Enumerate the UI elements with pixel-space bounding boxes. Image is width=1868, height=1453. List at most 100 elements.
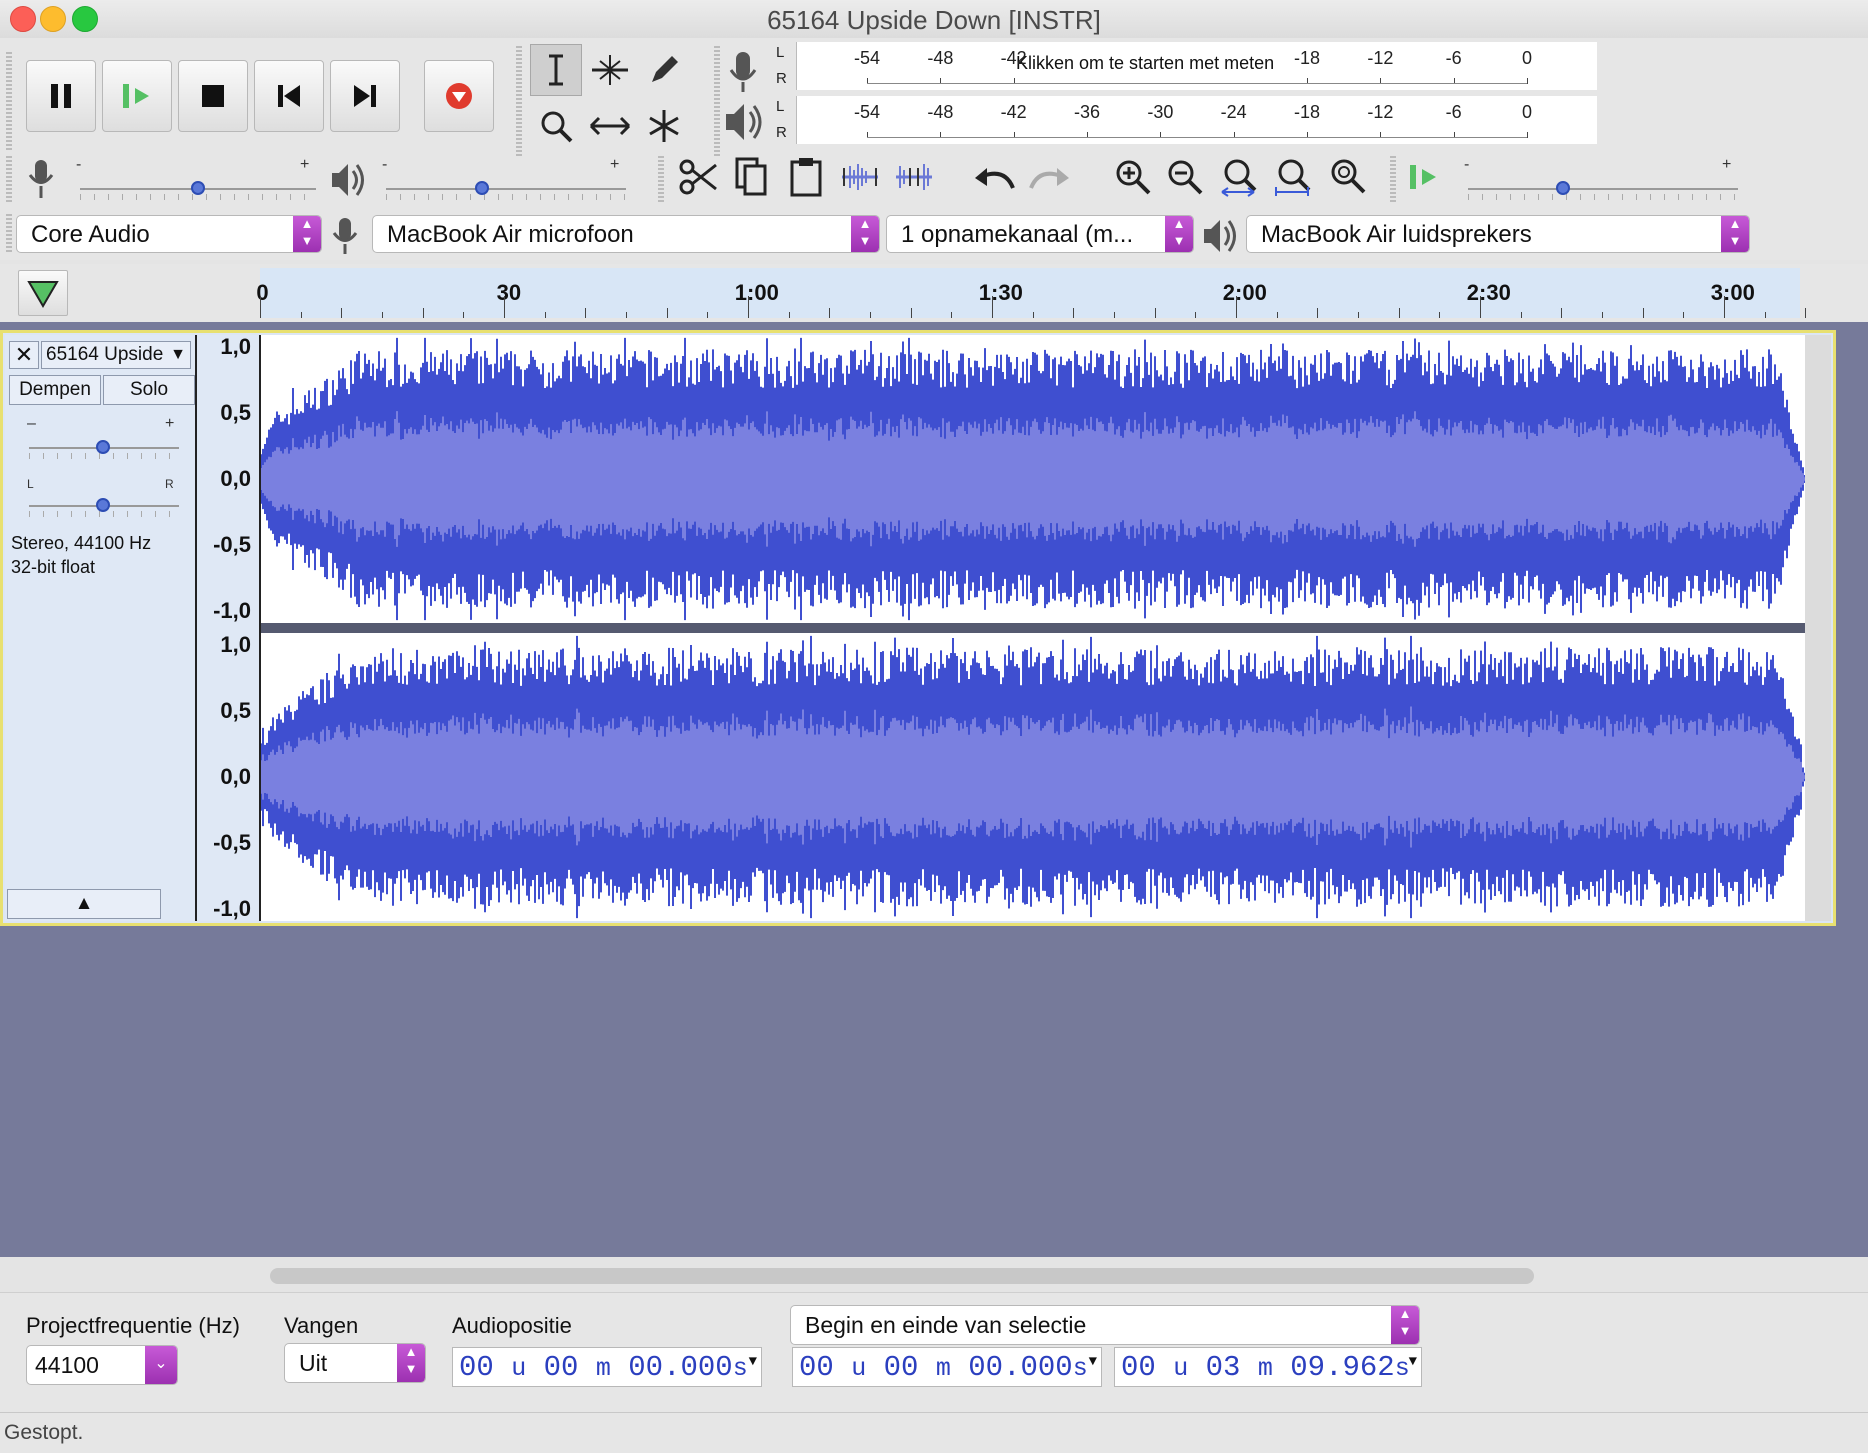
timeline[interactable]: 0 30 1:00 1:30 2:00 2:30 3:00 [256,268,1807,318]
horizontal-scrollbar[interactable] [270,1268,1534,1284]
play-button[interactable] [102,60,172,132]
ruler-tick [300,312,302,318]
recording-channels-select[interactable]: 1 opnamekanaal (m... ▲ ▼ [886,215,1194,253]
window-title: 65164 Upside Down [INSTR] [767,5,1101,35]
multi-tool-button[interactable] [638,100,690,152]
selection-start-time[interactable]: 00 u 00 m 00.000s ▼ [792,1347,1102,1387]
record-meter-mic-icon[interactable] [726,50,760,99]
fit-selection-button[interactable] [1214,152,1264,202]
mute-button[interactable]: Dempen [9,375,101,405]
ruler-label: 30 [496,280,522,305]
timeline-ruler[interactable]: 0 30 1:00 1:30 2:00 2:30 3:00 [0,264,1868,322]
project-rate-select[interactable]: 44100 ⌄ [26,1345,178,1385]
zoom-tool-button[interactable] [530,100,582,152]
title-bar: 65164 Upside Down [INSTR] [0,0,1868,39]
undo-icon [975,168,1015,189]
pin-playhead-button[interactable] [18,270,68,316]
mute-label: Dempen [19,379,91,400]
toolbar-grip[interactable] [6,52,12,152]
triangle-down-icon[interactable]: ▼ [1409,1354,1417,1370]
pause-button[interactable] [26,60,96,132]
play-at-speed-button[interactable] [1400,152,1452,202]
recording-channels-value: 1 opnamekanaal (m... [901,221,1134,248]
ruler-label: 1:30 [978,280,1023,305]
meter-tick-label: -30 [1147,102,1174,122]
ruler-tick [1114,312,1115,318]
play-volume-knob[interactable] [475,181,489,195]
selection-tool-button[interactable] [530,44,582,96]
chevron-updown-icon: ▲ ▼ [293,216,321,252]
ruler-label: 0 [256,280,269,305]
plus-label: + [610,156,620,173]
ruler-tick [1195,312,1197,318]
seconds-unit: s [1072,1354,1088,1383]
skip-to-end-button[interactable] [330,60,400,132]
envelope-tool-button[interactable] [584,44,636,96]
redo-button[interactable] [1024,152,1074,202]
undo-button[interactable] [970,152,1020,202]
zoom-toggle-button[interactable] [1322,152,1372,202]
close-track-button[interactable]: ✕ [9,341,39,369]
time-shift-tool-button[interactable] [584,100,636,152]
toolbar-grip[interactable] [6,214,12,254]
triangle-down-icon[interactable]: ▼ [1089,1354,1097,1370]
record-meter[interactable]: Klikken om te starten met meten -54 -48 -4… [796,42,1597,90]
collapse-track-button[interactable]: ▲ [7,889,161,919]
input-device-select[interactable]: MacBook Air microfoon ▲ ▼ [372,215,880,253]
play-volume-slider[interactable] [386,188,626,190]
solo-button[interactable]: Solo [103,375,195,405]
project-rate-value: 44100 [35,1352,99,1378]
audio-position-label: Audiopositie [452,1313,572,1338]
ruler-label: 2:00 [1222,280,1267,305]
audio-host-select[interactable]: Core Audio ▲ ▼ [16,215,322,253]
audio-position-time[interactable]: 00 u 00 m 00.000s ▼ [452,1347,762,1387]
toolbar-grip[interactable] [516,46,522,156]
ruler-tick [1805,308,1807,318]
cut-button[interactable] [674,152,722,202]
output-device-select[interactable]: MacBook Air luidsprekers ▲ ▼ [1246,215,1750,253]
zoom-out-button[interactable] [1160,152,1210,202]
play-speed-knob[interactable] [1555,181,1570,195]
skip-to-start-button[interactable] [254,60,324,132]
meter-tick [1527,78,1528,84]
record-meter-message: Klikken om te starten met meten [1012,53,1279,74]
toolbar-grip[interactable] [6,156,12,202]
toolbar-grip[interactable] [714,46,720,156]
status-text: Gestopt. [4,1421,84,1444]
record-button[interactable] [424,60,494,132]
draw-tool-button[interactable] [638,44,690,96]
track-panel[interactable]: ✕ 65164 Upside ▼ Dempen Solo – + L R Ste… [0,322,1868,1257]
pan-knob[interactable] [96,498,110,512]
vertical-ruler-label: -0,5 [213,830,251,855]
toolbar-grip[interactable] [658,156,664,202]
redo-icon [1029,168,1069,189]
play-speed-slider[interactable] [1468,188,1738,190]
vertical-ruler[interactable]: 1,0 0,5 0,0 -0,5 -1,0 1,0 0,5 0,0 -0,5 -1,0 [197,334,261,921]
hours-value: 00 [799,1351,834,1384]
track-name-menu[interactable]: 65164 Upside ▼ [41,341,191,369]
triangle-down-icon[interactable]: ▼ [749,1354,757,1370]
silence-audio-button[interactable] [890,152,938,202]
copy-button[interactable] [728,152,776,202]
ruler-tick [341,308,343,318]
audio-track[interactable]: ✕ 65164 Upside ▼ Dempen Solo – + L R Ste… [0,330,1837,926]
waveform-display[interactable] [260,335,1837,921]
paste-button[interactable] [782,152,830,202]
toolbar-grip[interactable] [1390,156,1396,202]
fit-project-button[interactable] [1268,152,1318,202]
close-icon: ✕ [14,342,34,367]
zoom-in-button[interactable] [1108,152,1158,202]
gain-knob[interactable] [96,440,110,454]
record-volume-knob[interactable] [191,181,205,195]
meter-tick-label: -36 [1073,102,1101,122]
stop-button[interactable] [178,60,248,132]
trim-audio-button[interactable] [836,152,884,202]
zoom-in-icon [1116,160,1151,195]
selection-end-time[interactable]: 00 u 03 m 09.962s ▼ [1114,1347,1422,1387]
play-meter[interactable]: -54 -48 -42 -36 -30 -24 -18 -12 -6 0 [796,96,1597,144]
selection-mode-select[interactable]: Begin en einde van selectie ▲ ▼ [790,1305,1420,1345]
snap-select[interactable]: Uit ▲ ▼ [284,1343,426,1383]
hours-value: 00 [1121,1351,1156,1384]
play-meter-speaker-icon[interactable] [722,100,766,149]
slider-ticks [386,194,626,200]
